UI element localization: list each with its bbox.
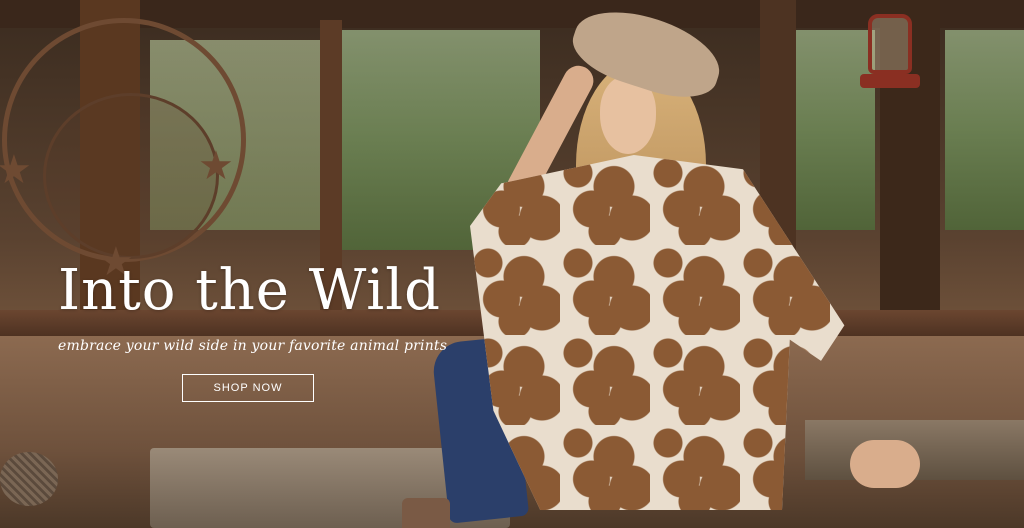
hero-headline: Into the Wild <box>58 258 441 323</box>
hero-banner: ★ ★ ★ Into the Wild embrace your wild si… <box>0 0 1024 528</box>
hero-subheadline: embrace your wild side in your favorite … <box>58 338 448 354</box>
hero-text-overlay: Into the Wild embrace your wild side in … <box>0 0 1024 528</box>
shop-now-button[interactable]: SHOP NOW <box>182 374 314 402</box>
